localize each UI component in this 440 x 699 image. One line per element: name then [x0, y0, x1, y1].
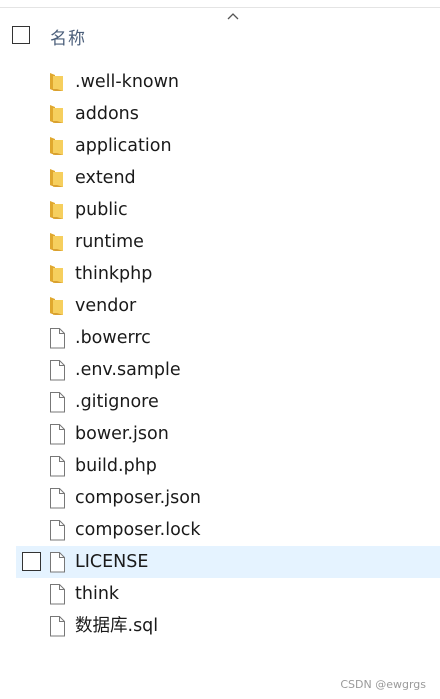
folder-row[interactable]: .well-known — [0, 66, 440, 98]
file-icon — [47, 487, 67, 509]
watermark: CSDN @ewgrgs — [340, 678, 426, 691]
folder-row[interactable]: addons — [0, 98, 440, 130]
folder-icon — [47, 71, 67, 93]
file-name: composer.json — [75, 488, 202, 508]
file-icon — [47, 615, 67, 637]
file-name: .bowerrc — [75, 328, 151, 348]
folder-row[interactable]: public — [0, 194, 440, 226]
top-border — [0, 0, 440, 8]
file-name: .env.sample — [75, 360, 181, 380]
file-name: application — [75, 136, 172, 156]
file-name: composer.lock — [75, 520, 201, 540]
folder-row[interactable]: extend — [0, 162, 440, 194]
folder-row[interactable]: application — [0, 130, 440, 162]
file-name: extend — [75, 168, 136, 188]
file-icon — [47, 455, 67, 477]
file-name: addons — [75, 104, 139, 124]
folder-icon — [47, 231, 67, 253]
file-icon — [47, 551, 67, 573]
file-name: .well-known — [75, 72, 180, 92]
file-name: vendor — [75, 296, 137, 316]
folder-icon — [47, 135, 67, 157]
file-icon — [47, 359, 67, 381]
file-name: LICENSE — [75, 552, 149, 572]
file-icon — [47, 391, 67, 413]
file-row[interactable]: 数据库.sql — [0, 610, 440, 642]
file-row[interactable]: LICENSE — [0, 546, 440, 578]
file-name: public — [75, 200, 128, 220]
file-row[interactable]: composer.lock — [0, 514, 440, 546]
file-icon — [47, 327, 67, 349]
file-icon — [47, 519, 67, 541]
file-row[interactable]: think — [0, 578, 440, 610]
file-name: runtime — [75, 232, 144, 252]
folder-row[interactable]: thinkphp — [0, 258, 440, 290]
folder-icon — [47, 199, 67, 221]
select-all-checkbox[interactable] — [12, 26, 30, 44]
file-icon — [47, 583, 67, 605]
column-header[interactable]: 名称 — [0, 22, 440, 52]
folder-icon — [47, 103, 67, 125]
folder-row[interactable]: vendor — [0, 290, 440, 322]
file-name: build.php — [75, 456, 157, 476]
folder-icon — [47, 295, 67, 317]
folder-icon — [47, 263, 67, 285]
file-row[interactable]: build.php — [0, 450, 440, 482]
file-row[interactable]: .bowerrc — [0, 322, 440, 354]
file-icon — [47, 423, 67, 445]
file-row[interactable]: composer.json — [0, 482, 440, 514]
row-checkbox[interactable] — [22, 552, 41, 571]
column-header-name[interactable]: 名称 — [50, 24, 86, 49]
sort-ascending-icon — [227, 13, 239, 20]
file-row[interactable]: bower.json — [0, 418, 440, 450]
folder-row[interactable]: runtime — [0, 226, 440, 258]
file-row[interactable]: .gitignore — [0, 386, 440, 418]
file-name: 数据库.sql — [75, 616, 159, 636]
file-name: thinkphp — [75, 264, 153, 284]
file-list: .well-known addons application extend public… — [0, 66, 440, 642]
folder-icon — [47, 167, 67, 189]
file-name: bower.json — [75, 424, 169, 444]
file-row[interactable]: .env.sample — [0, 354, 440, 386]
file-name: .gitignore — [75, 392, 159, 412]
file-name: think — [75, 584, 120, 604]
